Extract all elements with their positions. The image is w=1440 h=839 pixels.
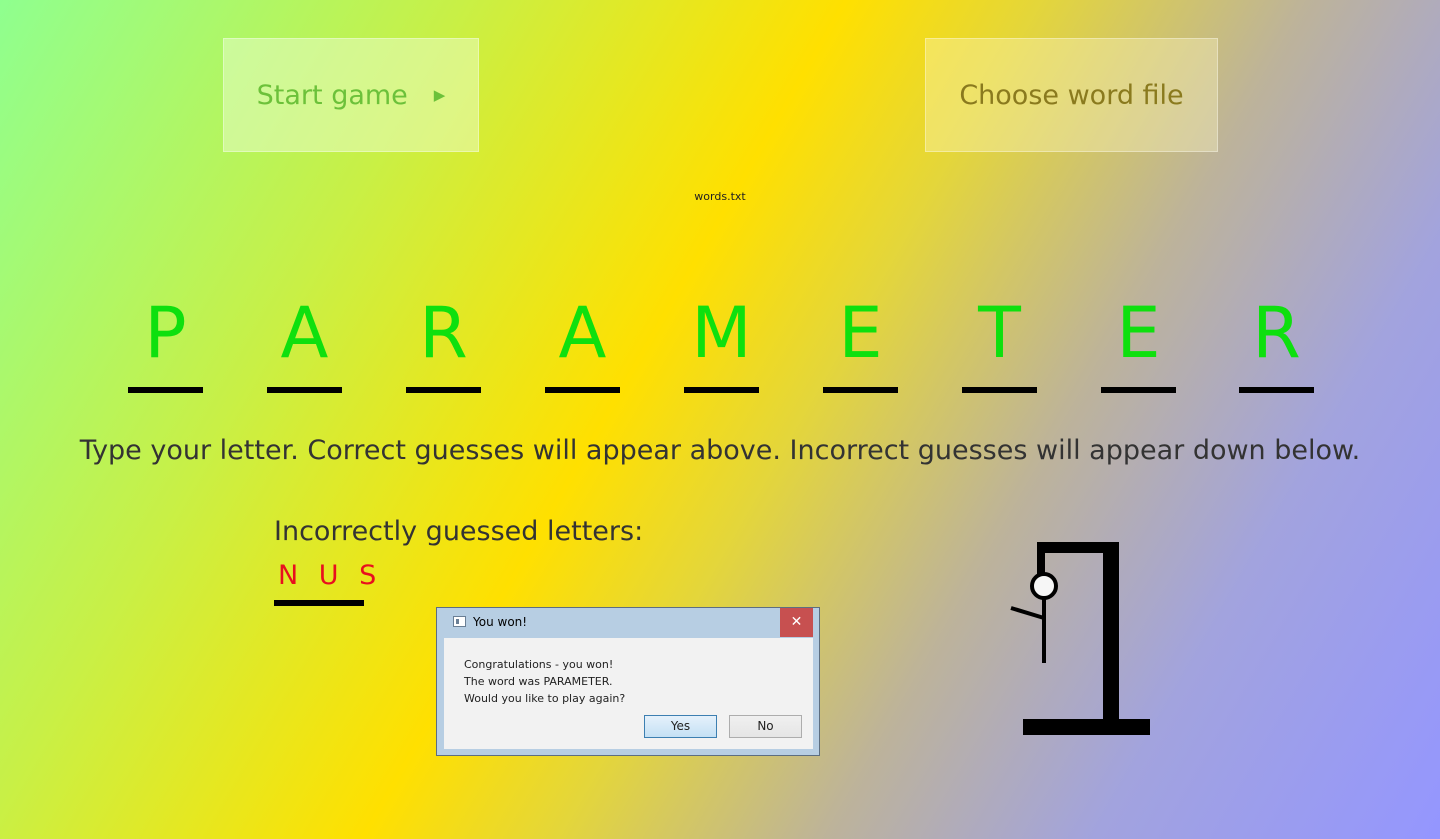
guessed-letter: R bbox=[1252, 292, 1301, 374]
instructions-text: Type your letter. Correct guesses will a… bbox=[79, 435, 1361, 466]
letter-underline bbox=[1101, 387, 1176, 393]
gallows-beam bbox=[1037, 542, 1119, 553]
dialog-message-line: The word was PARAMETER. bbox=[464, 675, 613, 688]
letter-slot: E bbox=[823, 290, 898, 393]
guessed-letter: A bbox=[558, 292, 607, 374]
letter-slot: E bbox=[1101, 290, 1176, 393]
guessed-letter: T bbox=[978, 292, 1021, 374]
letter-underline bbox=[267, 387, 342, 393]
letter-slot: A bbox=[545, 290, 620, 393]
gallows-post bbox=[1103, 542, 1119, 722]
letter-slot: M bbox=[684, 290, 759, 393]
letter-slot: R bbox=[1239, 290, 1314, 393]
hangman-drawing bbox=[1010, 542, 1150, 735]
guessed-letter: E bbox=[1116, 292, 1161, 374]
start-game-button[interactable]: Start game ▶ bbox=[223, 38, 479, 152]
no-button[interactable]: No bbox=[729, 715, 802, 738]
window-icon bbox=[453, 616, 466, 627]
word-file-name: words.txt bbox=[694, 190, 746, 203]
letter-underline bbox=[128, 387, 203, 393]
dialog-body: Congratulations - you won! The word was … bbox=[444, 638, 813, 749]
letter-underline bbox=[823, 387, 898, 393]
choose-word-file-button[interactable]: Choose word file bbox=[925, 38, 1218, 152]
guessed-letter: A bbox=[280, 292, 329, 374]
letter-underline bbox=[962, 387, 1037, 393]
letter-slot: R bbox=[406, 290, 481, 393]
dialog-title: You won! bbox=[473, 615, 528, 629]
you-won-dialog: You won! ✕ Congratulations - you won! Th… bbox=[436, 607, 820, 756]
incorrect-letters: N U S bbox=[278, 560, 383, 591]
hangman-head bbox=[1030, 572, 1058, 600]
choose-word-file-label: Choose word file bbox=[959, 79, 1184, 111]
letter-underline bbox=[1239, 387, 1314, 393]
close-button[interactable]: ✕ bbox=[780, 608, 813, 637]
letter-underline bbox=[545, 387, 620, 393]
gallows-base bbox=[1023, 719, 1150, 735]
hangman-left-arm bbox=[1010, 606, 1045, 620]
start-game-label: Start game bbox=[256, 79, 408, 111]
letter-underline bbox=[406, 387, 481, 393]
letter-slot: P bbox=[128, 290, 203, 393]
yes-button[interactable]: Yes bbox=[644, 715, 717, 738]
letter-slot: T bbox=[962, 290, 1037, 393]
guessed-letter: R bbox=[419, 292, 468, 374]
letter-underline bbox=[684, 387, 759, 393]
guessed-letter: P bbox=[144, 292, 187, 374]
letter-slot: A bbox=[267, 290, 342, 393]
incorrect-letters-underline bbox=[274, 600, 364, 606]
guessed-letter: M bbox=[691, 292, 752, 374]
play-icon: ▶ bbox=[433, 86, 446, 104]
dialog-message-line: Congratulations - you won! bbox=[464, 658, 614, 671]
dialog-titlebar[interactable]: You won! ✕ bbox=[437, 608, 819, 638]
incorrect-letters-heading: Incorrectly guessed letters: bbox=[274, 516, 644, 547]
guessed-letter: E bbox=[838, 292, 883, 374]
dialog-message-line: Would you like to play again? bbox=[464, 692, 626, 705]
gallows-rope bbox=[1037, 542, 1045, 574]
